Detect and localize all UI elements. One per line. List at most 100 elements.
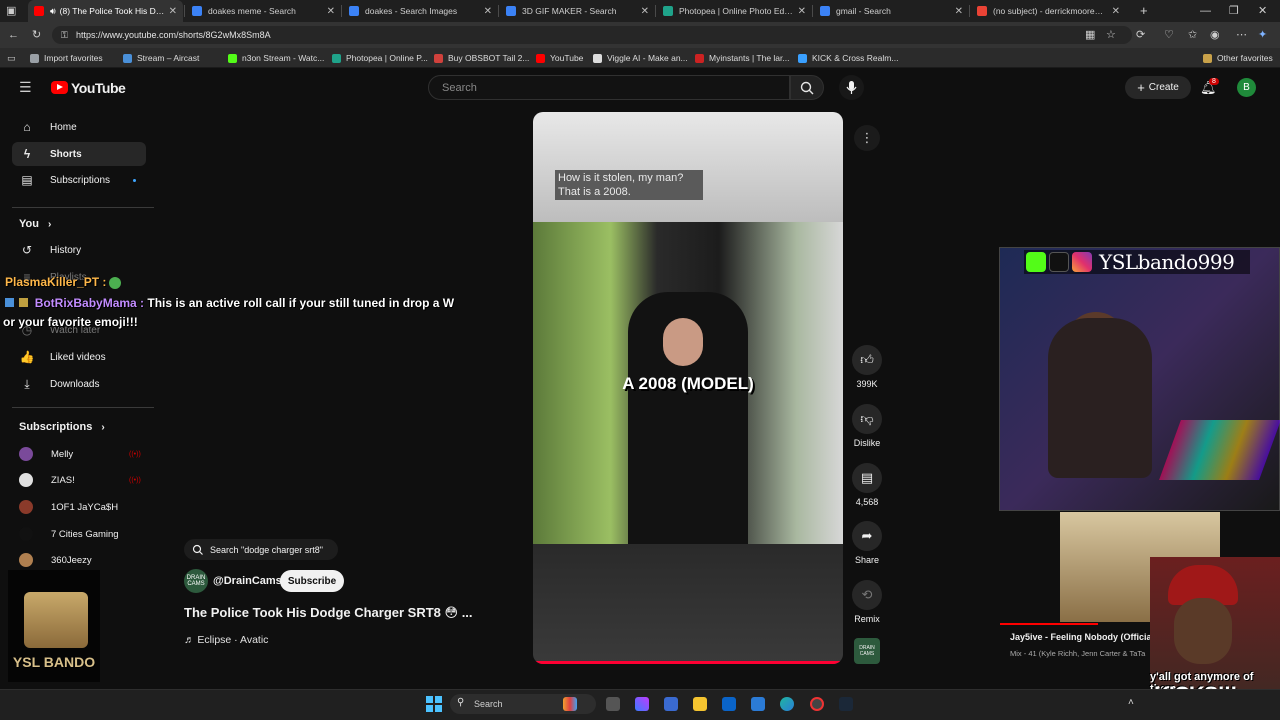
windows-start-icon[interactable]: [426, 696, 442, 712]
bookmark-item[interactable]: Import favorites: [30, 51, 103, 65]
store-icon[interactable]: [664, 697, 678, 711]
history-icon: ↺: [21, 243, 33, 257]
browser-tab[interactable]: Photopea | Online Photo Editor ✕: [657, 0, 812, 22]
taskbar-search-label: Search: [474, 699, 503, 709]
sidebar-item-home[interactable]: ⌂ Home: [12, 115, 146, 139]
subscription-item[interactable]: 1OF1 JaYCa$H: [19, 497, 118, 517]
edge-browser-icon[interactable]: [780, 697, 794, 711]
tab-close-icon[interactable]: ✕: [327, 6, 335, 17]
site-info-icon[interactable]: ⚿: [61, 28, 68, 42]
tab-close-icon[interactable]: ✕: [955, 6, 963, 17]
refresh-icon[interactable]: ↻: [32, 28, 41, 42]
tab-audio-icon[interactable]: 🔊︎: [50, 6, 56, 17]
sidebar-toggle-icon[interactable]: ▭: [7, 51, 16, 65]
restore-icon[interactable]: ❐: [1229, 4, 1239, 18]
bookmark-item[interactable]: KICK & Cross Realm...: [798, 51, 898, 65]
search-button[interactable]: [790, 75, 824, 100]
comments-button[interactable]: ▤ 4,568: [851, 463, 883, 507]
youtube-logo-icon[interactable]: [51, 81, 68, 94]
browser-tab[interactable]: 🔊︎ (8) The Police Took His Dodge ✕: [28, 0, 183, 22]
tab-actions-icon[interactable]: ▣: [6, 4, 16, 18]
bookmark-item[interactable]: Myinstants | The lar...: [695, 51, 789, 65]
url-field[interactable]: https://www.youtube.com/shorts/8G2wMx8Sm…: [52, 26, 1132, 44]
hamburger-menu-icon[interactable]: ☰: [19, 80, 32, 94]
subscription-item[interactable]: 7 Cities Gaming: [19, 524, 119, 544]
sidebar-item-liked-videos[interactable]: 👍 Liked videos: [12, 345, 146, 369]
close-window-icon[interactable]: ✕: [1258, 4, 1267, 18]
subscription-avatar: [19, 447, 33, 461]
browser-tab[interactable]: gmail - Search ✕: [814, 0, 969, 22]
bookmark-item[interactable]: Stream – Aircast: [123, 51, 199, 65]
steam-icon[interactable]: [839, 697, 853, 711]
back-icon[interactable]: ←: [8, 28, 19, 42]
subscribe-button[interactable]: Subscribe: [280, 570, 344, 592]
bookmark-favicon-icon: [228, 53, 237, 63]
sound-channel-avatar[interactable]: DRAIN CAMS: [854, 638, 880, 664]
outlook-icon[interactable]: [722, 697, 736, 711]
tab-favicon-icon: [663, 6, 673, 16]
profile-icon[interactable]: ◉: [1210, 28, 1220, 42]
copilot-taskbar-icon[interactable]: [635, 697, 649, 711]
sidebar-item-shorts[interactable]: ϟ Shorts: [12, 142, 146, 166]
suggested-search-chip[interactable]: Search "dodge charger srt8": [184, 539, 338, 560]
channel-avatar[interactable]: DRAIN CAMS: [184, 569, 208, 593]
account-avatar[interactable]: B: [1237, 78, 1256, 97]
tab-label: doakes - Search Images: [365, 6, 458, 16]
youtube-logo-text[interactable]: YouTube: [71, 80, 126, 96]
bookmark-item[interactable]: Viggle AI - Make an...: [593, 51, 688, 65]
bookmark-item[interactable]: Photopea | Online P...: [332, 51, 428, 65]
bookmark-item[interactable]: Buy OBSBOT Tail 2...: [434, 51, 529, 65]
favorite-star-icon[interactable]: ☆: [1106, 28, 1116, 42]
favorites-icon[interactable]: ✩: [1188, 28, 1197, 42]
browser-tab[interactable]: (no subject) - derrickmoore2992 ✕: [971, 0, 1126, 22]
video-title[interactable]: The Police Took His Dodge Charger SRT8 😳…: [184, 605, 473, 621]
other-favorites[interactable]: Other favorites: [1203, 51, 1273, 65]
obs-icon[interactable]: [810, 697, 824, 711]
dislike-button[interactable]: 👎︎ Dislike: [851, 404, 883, 448]
bookmark-item[interactable]: n3on Stream - Watc...: [228, 51, 324, 65]
tab-close-icon[interactable]: ✕: [641, 6, 649, 17]
extensions-icon[interactable]: ⟳: [1136, 28, 1145, 42]
task-view-icon[interactable]: [606, 697, 620, 711]
tray-chevron-icon[interactable]: ˄: [1128, 697, 1134, 708]
kick-badge-icon: [5, 298, 14, 307]
sidebar-item-history[interactable]: ↺ History: [12, 238, 146, 262]
subscriptions-section-header[interactable]: Subscriptions ›: [19, 421, 105, 433]
suggested-search-label: Search "dodge charger srt8": [210, 544, 323, 555]
browser-tab[interactable]: doakes - Search Images ✕: [343, 0, 498, 22]
browser-tab[interactable]: 3D GIF MAKER - Search ✕: [500, 0, 655, 22]
remix-button[interactable]: ⟲ Remix: [851, 580, 883, 624]
shorts-video-player[interactable]: How is it stolen, my man? That is a 2008…: [533, 112, 843, 664]
video-progress-bar[interactable]: [533, 661, 843, 664]
like-button[interactable]: 👍︎ 399K: [851, 345, 883, 389]
new-tab-icon[interactable]: +: [1140, 4, 1148, 18]
browser-tab[interactable]: doakes meme - Search ✕: [186, 0, 341, 22]
tab-close-icon[interactable]: ✕: [484, 6, 492, 17]
bookmark-item[interactable]: YouTube: [536, 51, 583, 65]
minimize-icon[interactable]: —: [1200, 4, 1211, 18]
shorts-icon: ϟ: [23, 147, 31, 161]
create-button[interactable]: + Create: [1125, 76, 1191, 99]
file-explorer-icon[interactable]: [693, 697, 707, 711]
browser-essentials-icon[interactable]: ♡: [1164, 28, 1174, 42]
tab-close-icon[interactable]: ✕: [169, 6, 177, 17]
reader-icon[interactable]: ▦: [1085, 28, 1095, 42]
subscription-item[interactable]: Melly ((•)): [19, 444, 141, 464]
sidebar-item-subscriptions[interactable]: ▤ Subscriptions: [12, 168, 146, 192]
sound-link[interactable]: ♬ Eclipse · Avatic: [184, 634, 268, 646]
search-input[interactable]: Search: [428, 75, 790, 100]
tab-close-icon[interactable]: ✕: [798, 6, 806, 17]
more-options-icon[interactable]: ⋮: [854, 125, 880, 151]
tab-label: Photopea | Online Photo Editor: [679, 6, 794, 16]
sidebar-item-downloads[interactable]: ⤓ Downloads: [12, 372, 146, 396]
more-menu-icon[interactable]: ⋯: [1236, 28, 1247, 42]
copilot-icon[interactable]: ✦: [1258, 28, 1267, 42]
share-button[interactable]: ➦ Share: [851, 521, 883, 565]
voice-search-button[interactable]: [839, 75, 864, 100]
subscription-item[interactable]: ZIAS! ((•)): [19, 470, 141, 490]
photos-icon[interactable]: [751, 697, 765, 711]
tab-close-icon[interactable]: ✕: [1112, 6, 1120, 17]
you-section-header[interactable]: You ›: [19, 218, 51, 230]
subscription-item[interactable]: 360Jeezy: [19, 550, 92, 570]
channel-name[interactable]: @DrainCams: [213, 575, 282, 587]
